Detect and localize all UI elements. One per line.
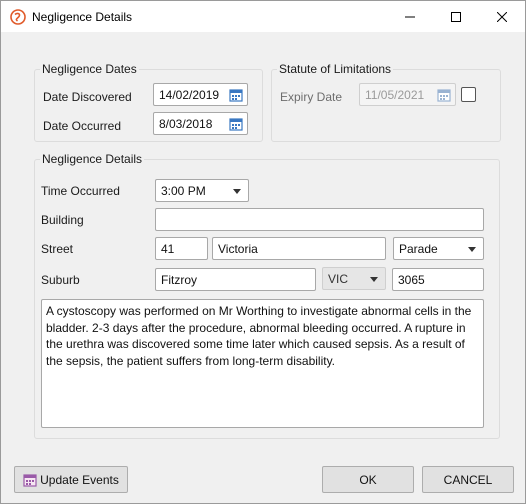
street-type-combo[interactable]: Parade (393, 237, 484, 260)
close-button[interactable] (479, 1, 525, 32)
minimize-icon (405, 16, 415, 17)
calendar-icon[interactable] (229, 88, 243, 102)
maximize-button[interactable] (433, 1, 479, 32)
time-occurred-combo[interactable]: 3:00 PM (155, 179, 249, 202)
window-title: Negligence Details (32, 10, 133, 24)
date-discovered-label: Date Discovered (43, 90, 132, 104)
cancel-button[interactable]: CANCEL (422, 466, 514, 493)
street-number-value: 41 (161, 242, 175, 256)
date-occurred-value: 8/03/2018 (159, 117, 213, 131)
date-discovered-field[interactable]: 14/02/2019 (153, 83, 248, 106)
app-logo-icon (10, 9, 26, 25)
street-number-input[interactable]: 41 (155, 237, 208, 260)
expiry-enabled-checkbox[interactable] (461, 87, 476, 102)
update-events-label: Update Events (40, 472, 119, 487)
suburb-value: Fitzroy (161, 273, 197, 287)
minimize-button[interactable] (387, 1, 433, 32)
statute-title: Statute of Limitations (277, 62, 394, 76)
time-occurred-label: Time Occurred (41, 184, 120, 198)
expiry-date-label: Expiry Date (280, 90, 343, 104)
date-occurred-label: Date Occurred (43, 119, 122, 133)
street-type-value: Parade (399, 242, 438, 256)
negligence-dates-title: Negligence Dates (40, 62, 139, 76)
cancel-label: CANCEL (443, 472, 493, 487)
suburb-input[interactable]: Fitzroy (155, 268, 316, 291)
suburb-label: Suburb (41, 273, 80, 287)
close-icon (497, 11, 507, 22)
building-label: Building (41, 213, 84, 227)
state-value: VIC (328, 272, 349, 286)
ok-label: OK (359, 472, 377, 487)
calendar-icon[interactable] (437, 88, 451, 102)
negligence-details-window: Negligence Details Negligence Dates Date… (0, 0, 526, 504)
description-textarea[interactable]: A cystoscopy was performed on Mr Worthin… (41, 299, 484, 428)
chevron-down-icon (468, 247, 476, 252)
date-discovered-value: 14/02/2019 (159, 88, 220, 102)
expiry-date-field[interactable]: 11/05/2021 (359, 83, 456, 106)
title-bar: Negligence Details (1, 1, 525, 32)
calendar-icon[interactable] (229, 117, 243, 131)
expiry-date-value: 11/05/2021 (365, 88, 425, 102)
time-occurred-value: 3:00 PM (161, 184, 206, 198)
street-name-input[interactable]: Victoria (212, 237, 386, 260)
postcode-input[interactable]: 3065 (392, 268, 484, 291)
maximize-icon (451, 11, 461, 22)
building-input[interactable] (155, 208, 484, 231)
update-events-button[interactable]: Update Events (14, 466, 128, 493)
negligence-details-title: Negligence Details (40, 152, 145, 166)
state-combo[interactable]: VIC (322, 267, 386, 290)
ok-button[interactable]: OK (322, 466, 414, 493)
calendar-icon (23, 473, 37, 487)
street-name-value: Victoria (218, 242, 258, 256)
chevron-down-icon (370, 277, 378, 282)
date-occurred-field[interactable]: 8/03/2018 (153, 112, 248, 135)
street-label: Street (41, 242, 74, 256)
postcode-value: 3065 (398, 273, 425, 287)
chevron-down-icon (233, 189, 241, 194)
